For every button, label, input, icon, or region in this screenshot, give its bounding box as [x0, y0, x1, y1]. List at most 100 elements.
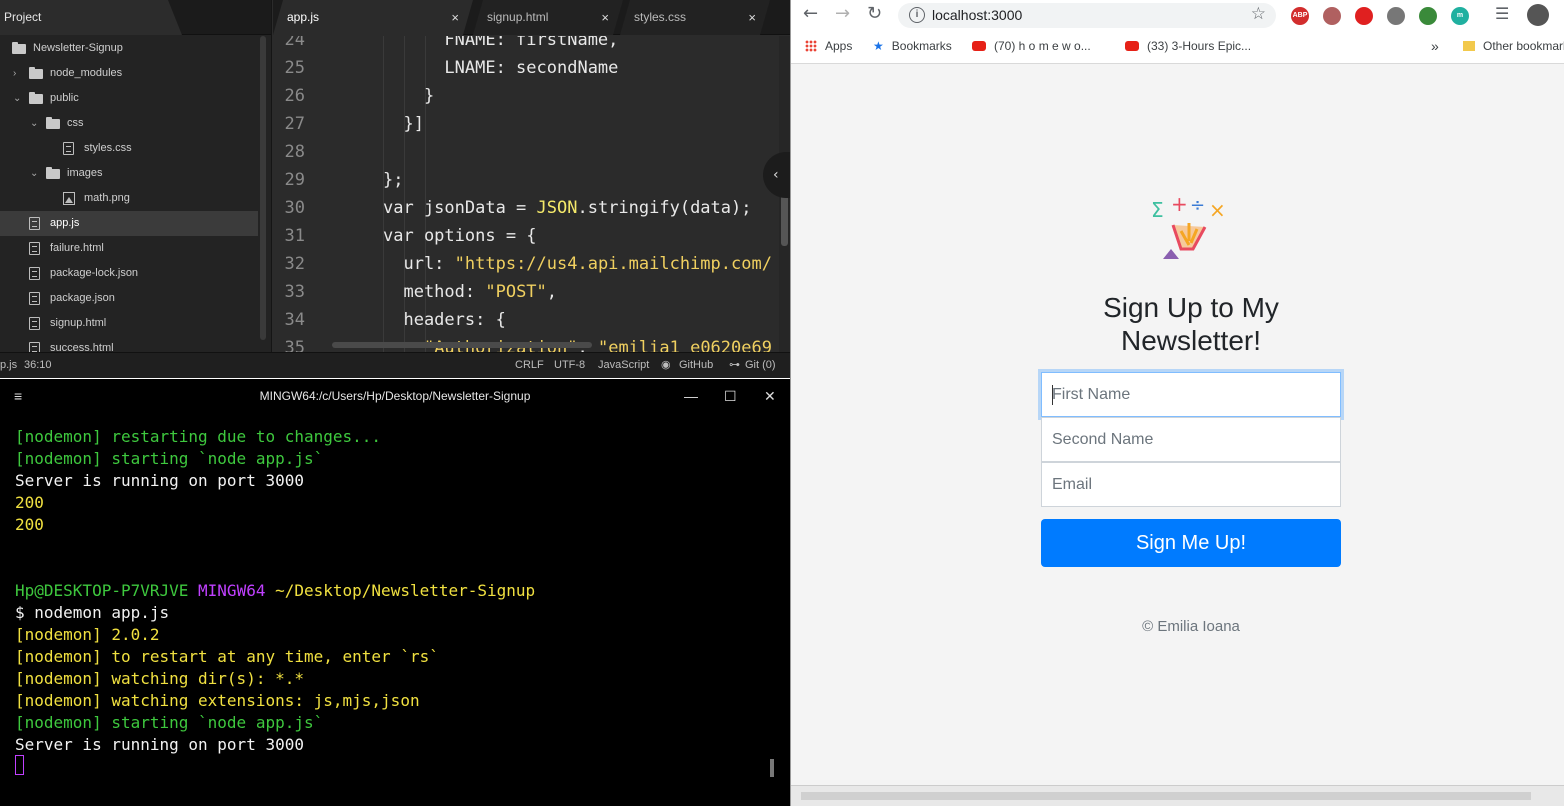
first-name-field[interactable]: First Name — [1041, 372, 1341, 417]
math-logo-icon: Σ + ÷ × — [1151, 193, 1226, 259]
pdf-icon[interactable] — [1323, 7, 1341, 25]
terminal-text: Hp@DESKTOP-P7VRJVE — [15, 581, 199, 600]
second-name-field[interactable]: Second Name — [1041, 417, 1341, 462]
status-file[interactable]: p.js — [0, 353, 17, 378]
line-number: 24 — [284, 36, 305, 50]
terminal-line: 200 — [15, 492, 44, 514]
close-icon[interactable]: × — [601, 0, 609, 35]
code-line[interactable]: FNAME: firstName, — [383, 36, 779, 54]
status-github[interactable]: GitHub — [679, 353, 713, 378]
close-icon[interactable]: × — [451, 0, 459, 35]
tree-item-images[interactable]: ⌄ images — [0, 161, 258, 186]
tree-item-css[interactable]: ⌄ css — [0, 111, 258, 136]
chevron-icon[interactable]: ⌄ — [30, 161, 40, 186]
github-icon: ◉ — [661, 359, 671, 371]
adblock-icon[interactable]: ABP — [1291, 7, 1309, 25]
tree-scrollbar[interactable] — [260, 36, 266, 340]
editor-tabs: app.js × signup.html × styles.css × — [273, 0, 790, 35]
tree-item-label: css — [67, 117, 84, 129]
code-line[interactable]: var options = { — [383, 222, 779, 250]
tab-signup-html[interactable]: signup.html × — [473, 0, 623, 35]
line-number: 28 — [284, 142, 305, 162]
terminal-text: [nodemon] to restart at any time, enter … — [15, 647, 439, 666]
line-number: 30 — [284, 198, 305, 218]
folder-icon — [46, 167, 60, 179]
close-icon[interactable]: × — [748, 0, 756, 35]
terminal-text: [nodemon] watching extensions: js,mjs,js… — [15, 691, 420, 710]
status-git[interactable]: Git (0) — [745, 353, 776, 378]
status-line-ending[interactable]: CRLF — [515, 353, 544, 378]
first-name-placeholder: First Name — [1052, 386, 1131, 403]
star-icon[interactable]: ☆ — [1251, 4, 1266, 24]
tree-item-public[interactable]: ⌄ public — [0, 86, 258, 111]
tree-item-label: package.json — [50, 292, 115, 304]
page-horizontal-scrollbar[interactable] — [791, 785, 1564, 806]
html-icon[interactable] — [1419, 7, 1437, 25]
apps-icon — [805, 39, 817, 52]
info-icon[interactable]: i — [909, 7, 925, 23]
bookmark-label: Bookmarks — [891, 39, 952, 53]
code-horizontal-scrollbar[interactable] — [332, 342, 592, 348]
chevron-icon[interactable]: ⌄ — [13, 86, 23, 111]
code-line[interactable]: method: "POST", — [383, 278, 779, 306]
tree-item-styles-css[interactable]: styles.css — [0, 136, 258, 161]
bookmark-yt2[interactable]: (33) 3-Hours Epic... — [1125, 31, 1251, 62]
line-number: 29 — [284, 170, 305, 190]
tab-app-js[interactable]: app.js × — [273, 0, 473, 35]
tree-item-app-js[interactable]: app.js — [0, 211, 258, 236]
tree-item-newsletter-signup[interactable]: Newsletter-Signup — [0, 36, 258, 61]
bookmark-other[interactable]: Other bookmarks — [1463, 31, 1564, 62]
tree-item-label: styles.css — [84, 142, 132, 154]
tree-item-success-html[interactable]: success.html — [0, 336, 258, 352]
m-icon[interactable]: m — [1451, 7, 1469, 25]
status-grammar[interactable]: JavaScript — [598, 353, 649, 378]
tab-styles-css[interactable]: styles.css × — [620, 0, 770, 35]
code-line[interactable]: LNAME: secondName — [383, 54, 779, 82]
terminal-window[interactable]: ≡ MINGW64:/c/Users/Hp/Desktop/Newsletter… — [0, 379, 790, 806]
avatar[interactable] — [1527, 4, 1549, 26]
image-file-icon — [63, 192, 75, 205]
code-line[interactable]: var jsonData = JSON.stringify(data); — [383, 194, 779, 222]
project-tab[interactable]: Project — [0, 0, 182, 35]
tree-item-package-lock-json[interactable]: package-lock.json — [0, 261, 258, 286]
code-line[interactable]: }] — [383, 110, 779, 138]
forward-icon[interactable]: → — [835, 3, 850, 24]
bookmark-yt1[interactable]: (70) h o m e w o... — [972, 31, 1091, 62]
svg-text:+: + — [1171, 193, 1188, 216]
email-field[interactable]: Email — [1041, 462, 1341, 507]
chevron-icon[interactable]: › — [13, 61, 23, 86]
chevron-icon[interactable]: ⌄ — [30, 111, 40, 136]
reading-list-icon[interactable]: ☰ — [1495, 4, 1509, 23]
tree-item-math-png[interactable]: math.png — [0, 186, 258, 211]
terminal-text: Server is running on port 3000 — [15, 735, 304, 754]
tree-item-package-json[interactable]: package.json — [0, 286, 258, 311]
code-line[interactable]: }; — [383, 166, 779, 194]
signup-page: Σ + ÷ × Sign Up to My Newsletter! First … — [791, 65, 1564, 785]
code-line[interactable]: } — [383, 82, 779, 110]
more-bookmarks-icon[interactable]: » — [1431, 31, 1439, 62]
minimize-icon[interactable]: — — [684, 379, 698, 413]
terminal-text: [nodemon] restarting due to changes... — [15, 427, 382, 446]
address-bar[interactable]: i localhost:3000 ☆ — [898, 3, 1276, 28]
shield-icon[interactable] — [1355, 7, 1373, 25]
tree-item-label: public — [50, 92, 79, 104]
tree-item-node-modules[interactable]: › node_modules — [0, 61, 258, 86]
code-area[interactable]: FNAME: firstName, LNAME: secondName } }]… — [333, 36, 779, 352]
reload-icon[interactable]: ↻ — [867, 3, 882, 24]
sign-me-up-button[interactable]: Sign Me Up! — [1041, 519, 1341, 567]
status-encoding[interactable]: UTF-8 — [554, 353, 585, 378]
back-icon[interactable]: ← — [803, 3, 818, 24]
maximize-icon[interactable]: ☐ — [724, 379, 737, 413]
bug-icon[interactable] — [1387, 7, 1405, 25]
bookmark-apps[interactable]: Apps — [805, 31, 852, 62]
code-line[interactable]: url: "https://us4.api.mailchimp.com/ — [383, 250, 779, 278]
tree-item-failure-html[interactable]: failure.html — [0, 236, 258, 261]
bookmark-bookmarks[interactable]: ★ Bookmarks — [873, 31, 952, 62]
status-cursor-position[interactable]: 36:10 — [24, 353, 52, 378]
line-number-gutter: 24 25 26 27 28 29 30 31 32 33 34 35 — [273, 36, 333, 352]
code-line[interactable]: headers: { — [383, 306, 779, 334]
url-text[interactable]: localhost:3000 — [932, 3, 1022, 28]
tree-item-signup-html[interactable]: signup.html — [0, 311, 258, 336]
close-icon[interactable]: ✕ — [764, 379, 776, 413]
terminal-scrollbar[interactable] — [770, 759, 774, 777]
